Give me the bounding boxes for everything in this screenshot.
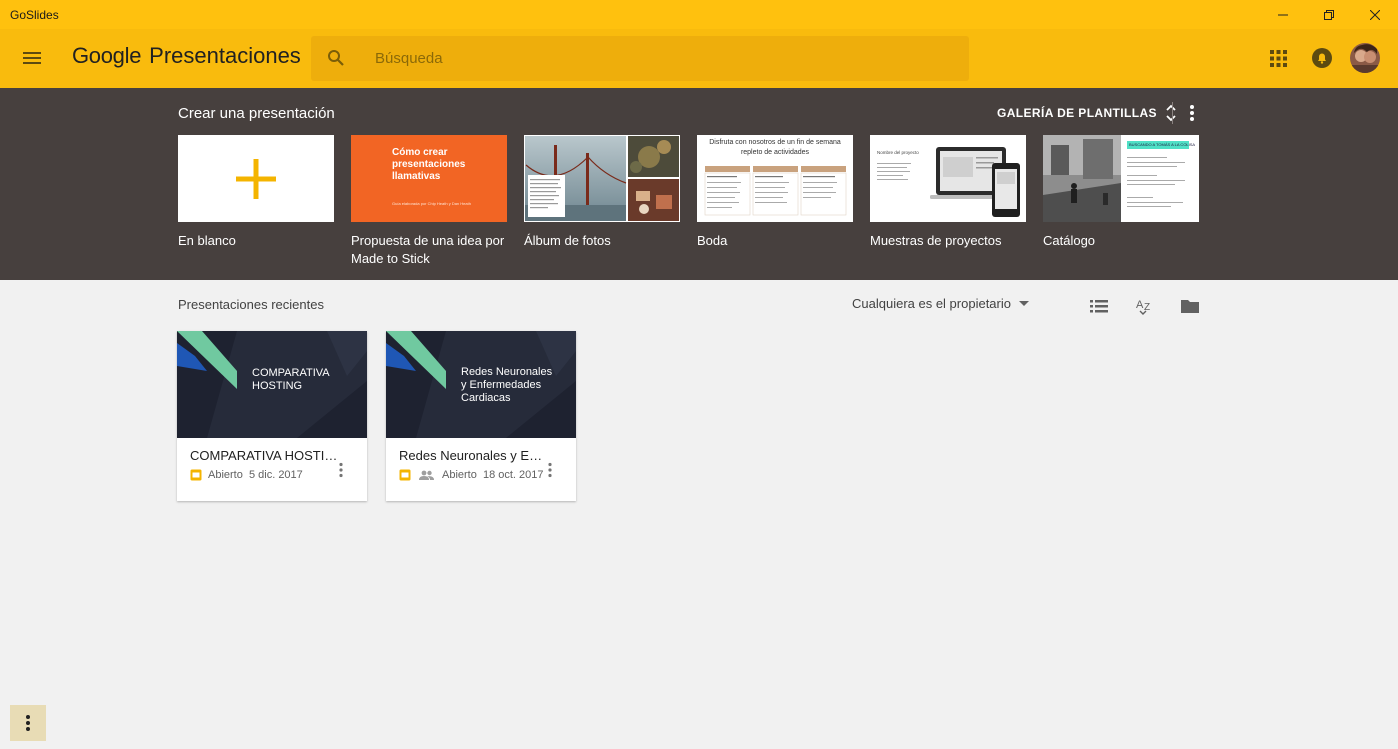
- thumbnail-title: Cómo crear presentaciones llamativas: [392, 147, 466, 182]
- search-box[interactable]: [311, 36, 969, 81]
- owner-filter-dropdown[interactable]: Cualquiera es el propietario: [852, 296, 1029, 311]
- svg-text:A: A: [1136, 299, 1144, 311]
- window-controls: [1260, 0, 1398, 29]
- template-blank[interactable]: En blanco: [178, 135, 334, 250]
- more-vert-icon[interactable]: [338, 462, 344, 478]
- more-options-button[interactable]: [10, 705, 46, 741]
- template-photo-album[interactable]: Álbum de fotos: [524, 135, 680, 250]
- thumbnail-text-line: HOSTING: [252, 380, 303, 392]
- sort-az-icon[interactable]: A Z: [1134, 296, 1154, 316]
- template-thumbnail[interactable]: Cómo crear presentaciones llamativas Guí…: [351, 135, 507, 222]
- presentation-thumbnail[interactable]: COMPARATIVA HOSTING: [177, 331, 367, 438]
- search-icon[interactable]: [327, 49, 345, 67]
- plus-icon: [236, 159, 276, 199]
- template-project-samples[interactable]: Nombre del proyecto Muestras de proyecto…: [870, 135, 1026, 250]
- minimize-button[interactable]: [1260, 0, 1306, 29]
- template-thumbnail[interactable]: [178, 135, 334, 222]
- menu-icon[interactable]: [22, 48, 42, 68]
- more-vert-icon[interactable]: [1186, 103, 1198, 123]
- thumbnail-text-line: Redes Neuronales: [461, 366, 553, 378]
- dropdown-arrow-icon: [1018, 300, 1029, 306]
- template-name: Propuesta de una idea por Made to Stick: [351, 233, 505, 266]
- template-name: Muestras de proyectos: [870, 233, 1002, 248]
- divider: [1172, 102, 1173, 124]
- close-button[interactable]: [1352, 0, 1398, 29]
- template-thumbnail[interactable]: Nombre del proyecto: [870, 135, 1026, 222]
- opened-date: Abierto 18 oct. 2017: [442, 469, 544, 481]
- thumbnail-text-line: COMPARATIVA: [252, 367, 330, 379]
- thumbnail-text-line: y Enfermedades: [461, 379, 542, 391]
- presentation-card[interactable]: Redes Neuronales y Enfermedades Cardiaca…: [386, 331, 576, 501]
- presentation-title: COMPARATIVA HOSTING: [190, 448, 340, 463]
- more-vert-icon: [26, 715, 30, 731]
- thumbnail-text-line: Cardiacas: [461, 392, 511, 404]
- app-header: Google Presentaciones: [0, 29, 1398, 88]
- window-titlebar: GoSlides: [0, 0, 1398, 29]
- template-thumbnail[interactable]: [524, 135, 680, 222]
- window-title: GoSlides: [10, 7, 59, 22]
- expand-collapse-icon: [1166, 104, 1176, 122]
- template-thumbnail[interactable]: BUSCANDO A TOMÁS A LA COLISA: [1043, 135, 1199, 222]
- notifications-icon[interactable]: [1311, 47, 1333, 69]
- photo-collage-image: [525, 136, 679, 221]
- template-wedding[interactable]: Disfruta con nosotros de un fin de seman…: [697, 135, 853, 250]
- template-name: Álbum de fotos: [524, 233, 611, 248]
- template-name: Catálogo: [1043, 233, 1096, 248]
- thumbnail-subtitle: Guía elaborada por Chip Heath y Dan Heat…: [392, 201, 471, 206]
- presentation-card[interactable]: COMPARATIVA HOSTING COMPARATIVA HOSTING …: [177, 331, 367, 501]
- shared-people-icon: [419, 470, 434, 480]
- opened-date: Abierto 5 dic. 2017: [208, 469, 303, 481]
- more-vert-icon[interactable]: [547, 462, 553, 478]
- presentation-title: Redes Neuronales y Enfermedades Cardiaca…: [399, 448, 549, 463]
- template-thumbnail[interactable]: Disfruta con nosotros de un fin de seman…: [697, 135, 853, 222]
- thumbnail-title: BUSCANDO A TOMÁS A LA COLISA: [1129, 142, 1196, 147]
- minimize-icon: [1278, 14, 1288, 15]
- template-name: En blanco: [178, 233, 236, 248]
- schedule-table-graphic: [704, 166, 847, 216]
- template-name: Boda: [697, 233, 728, 248]
- template-made-to-stick[interactable]: Cómo crear presentaciones llamativas Guí…: [351, 135, 507, 268]
- owner-filter-label: Cualquiera es el propietario: [852, 296, 1011, 311]
- presentation-thumbnail[interactable]: Redes Neuronales y Enfermedades Cardiaca…: [386, 331, 576, 438]
- templates-section: Crear una presentación GALERÍA DE PLANTI…: [0, 88, 1398, 280]
- devices-graphic: [877, 147, 1020, 217]
- slides-icon: [190, 469, 202, 481]
- restore-icon: [1324, 9, 1334, 20]
- app-brand: Google Presentaciones: [72, 43, 301, 73]
- close-icon: [1370, 9, 1380, 20]
- presentation-meta: Abierto 5 dic. 2017: [190, 469, 303, 481]
- brand-google: Google: [72, 43, 142, 68]
- avatar[interactable]: [1350, 43, 1380, 73]
- catalog-photo-graphic: [1043, 135, 1189, 222]
- template-gallery-label: GALERÍA DE PLANTILLAS: [997, 106, 1157, 120]
- presentation-meta: Abierto 18 oct. 2017: [399, 469, 544, 481]
- template-gallery-button[interactable]: GALERÍA DE PLANTILLAS: [997, 102, 1177, 124]
- search-input[interactable]: [375, 36, 935, 81]
- list-view-icon[interactable]: [1089, 296, 1109, 316]
- folder-icon[interactable]: [1180, 296, 1200, 316]
- template-catalog[interactable]: BUSCANDO A TOMÁS A LA COLISA Catálogo: [1043, 135, 1199, 250]
- slides-icon: [399, 469, 411, 481]
- restore-button[interactable]: [1306, 0, 1352, 29]
- brand-product: Presentaciones: [149, 43, 301, 68]
- templates-title: Crear una presentación: [178, 105, 335, 122]
- apps-icon[interactable]: [1270, 50, 1287, 67]
- recent-presentations-title: Presentaciones recientes: [178, 297, 324, 312]
